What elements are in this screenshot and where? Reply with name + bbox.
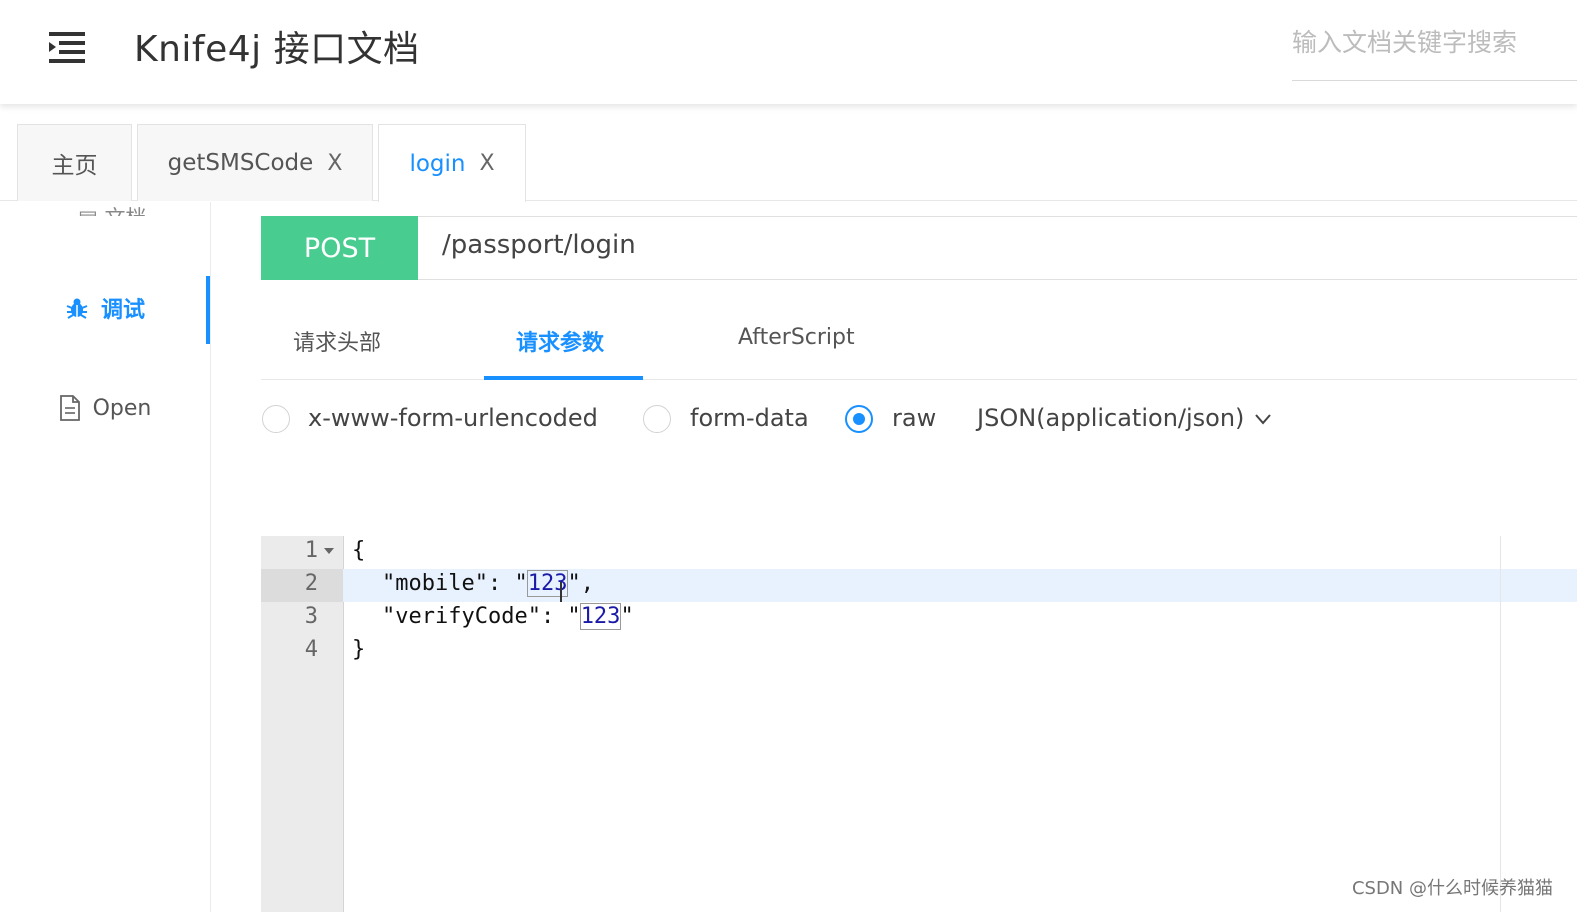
close-icon[interactable]: X (327, 151, 342, 176)
content-type-select[interactable]: JSON(application/json) (977, 404, 1272, 432)
close-icon[interactable]: X (479, 151, 494, 176)
code-line[interactable]: { (352, 538, 365, 563)
tab-label: 主页 (51, 153, 98, 179)
sidebar-item-debug[interactable]: 调试 (0, 278, 210, 338)
tab-label: getSMSCode (167, 150, 314, 176)
line-number: 3 (304, 604, 318, 629)
line-number: 4 (304, 637, 318, 662)
request-path[interactable]: /passport/login (442, 230, 636, 260)
chevron-down-icon (1255, 414, 1271, 425)
line-number: 1 (304, 538, 318, 563)
app-header: Knife4j 接口文档 (0, 0, 1577, 104)
tab-afterscript[interactable]: AfterScript (738, 325, 855, 350)
text-cursor (560, 582, 562, 602)
bug-icon (66, 298, 88, 319)
app-title: Knife4j 接口文档 (134, 29, 420, 70)
menu-fold-icon[interactable] (45, 30, 87, 64)
method-badge: POST (261, 216, 418, 280)
fold-arrow-icon[interactable] (324, 548, 334, 554)
sidebar-item-open[interactable]: Open (0, 378, 210, 438)
sidebar-item-label: 文档 (105, 206, 147, 216)
tab-getsmscode[interactable]: getSMSCode X (137, 124, 373, 201)
line-number: 2 (304, 571, 318, 596)
search-box[interactable] (1292, 28, 1577, 81)
subtab-active-indicator (484, 376, 643, 380)
radio-x-www-form-urlencoded[interactable] (262, 405, 290, 433)
tab-label: login (409, 150, 466, 177)
sidebar-item-label: 调试 (100, 298, 145, 323)
watermark: CSDN @什么时候养猫猫 (1351, 878, 1553, 899)
search-input[interactable] (1292, 28, 1562, 57)
doc-icon: ▤ (78, 206, 98, 216)
radio-form-data[interactable] (643, 405, 671, 433)
content-type-value: JSON(application/json) (977, 404, 1245, 432)
code-line[interactable]: "mobile": "123", (382, 570, 594, 597)
tab-home[interactable]: 主页 (17, 124, 132, 201)
document-icon (59, 395, 80, 421)
sidebar-item-doc[interactable]: ▤ 文档 (78, 202, 147, 216)
radio-raw[interactable] (845, 405, 873, 433)
tab-request-params[interactable]: 请求参数 (516, 325, 604, 357)
radio-label: form-data (690, 404, 809, 432)
radio-label: x-www-form-urlencoded (308, 404, 598, 432)
tab-login[interactable]: login X (378, 124, 526, 202)
print-margin (1500, 536, 1501, 912)
tab-request-headers[interactable]: 请求头部 (293, 325, 381, 357)
code-line[interactable]: "verifyCode": "123" (382, 603, 634, 630)
sidebar-active-indicator (206, 276, 210, 344)
subtab-divider (261, 379, 1577, 380)
sidebar-item-label: Open (92, 395, 152, 421)
code-line[interactable]: } (352, 637, 365, 662)
radio-label: raw (892, 404, 937, 432)
